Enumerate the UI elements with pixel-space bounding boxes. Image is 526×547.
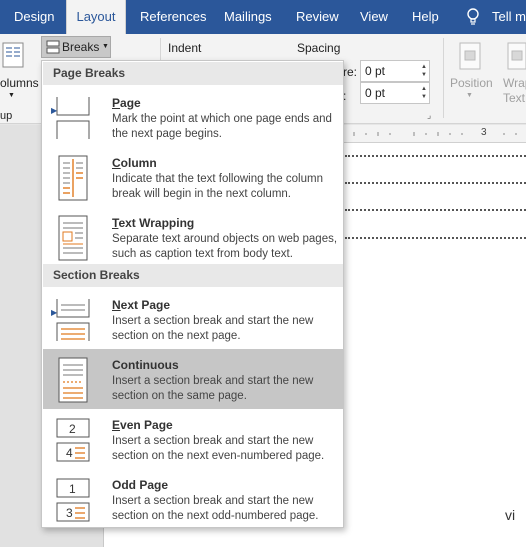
spacing-after-value: 0 pt [365, 86, 386, 100]
menu-item-title: Page [112, 96, 141, 110]
position-label[interactable]: Position [450, 76, 493, 90]
wrap-text-label-2[interactable]: Text [503, 91, 525, 105]
tab-references[interactable]: References [140, 0, 206, 34]
group-divider [443, 38, 444, 118]
next-page-icon [55, 297, 91, 343]
section-break-line [345, 182, 526, 184]
tab-review[interactable]: Review [296, 0, 339, 34]
spacing-before-input[interactable]: 0 pt ▲ ▼ [360, 60, 430, 82]
menu-item-title: Text Wrapping [112, 216, 195, 230]
spinner-arrows-icon[interactable]: ▲ ▼ [421, 85, 427, 101]
section-breaks-header: Section Breaks [43, 264, 343, 287]
spacing-before-label: re: [343, 65, 358, 79]
menu-item-even-page[interactable]: 24 Even Page Insert a section break and … [43, 409, 343, 469]
svg-text:1: 1 [69, 482, 76, 496]
breaks-label: Breaks [62, 40, 100, 54]
tab-help[interactable]: Help [412, 0, 439, 34]
spacing-before-value: 0 pt [365, 64, 386, 78]
tab-layout[interactable]: Layout [66, 0, 126, 35]
columns-icon[interactable] [2, 42, 24, 68]
ribbon-tab-bar: Design Layout References Mailings Review… [0, 0, 526, 35]
chevron-down-icon: ▼ [102, 43, 109, 50]
svg-text:3: 3 [66, 506, 73, 520]
breaks-button[interactable]: Breaks ▼ [41, 36, 111, 58]
text-wrapping-icon [55, 215, 91, 261]
spacing-after-input[interactable]: 0 pt ▲ ▼ [360, 82, 430, 104]
page-text: vi [505, 507, 516, 523]
chevron-down-icon[interactable]: ▼ [8, 92, 15, 99]
chevron-down-icon[interactable]: ▼ [466, 92, 473, 99]
tab-design[interactable]: Design [14, 0, 54, 34]
svg-text:4: 4 [66, 446, 73, 460]
tab-view[interactable]: View [360, 0, 388, 34]
column-break-icon [55, 155, 91, 201]
wrap-text-label-1[interactable]: Wrap [503, 76, 526, 90]
menu-item-title: Column [112, 156, 157, 170]
section-break-line [345, 155, 526, 157]
tab-mailings[interactable]: Mailings [224, 0, 272, 34]
dialog-launcher-icon[interactable]: ⌟ [427, 110, 431, 121]
menu-item-column-break[interactable]: Column Indicate that the text following … [43, 147, 343, 207]
menu-item-description: Insert a section break and start the new… [112, 435, 325, 462]
page-break-icon [55, 95, 91, 141]
menu-item-description: Separate text around objects on web page… [112, 233, 338, 260]
menu-item-page-break[interactable]: ▶ Page Mark the point at which one page … [43, 87, 343, 147]
menu-item-description: Insert a section break and start the new… [112, 375, 314, 402]
columns-label[interactable]: olumns [0, 76, 39, 90]
spacing-label: Spacing [297, 41, 341, 55]
menu-item-title: Even Page [112, 418, 173, 432]
lightbulb-icon[interactable] [466, 0, 480, 34]
menu-item-next-page[interactable]: ▶ Next Page Insert a section break and s… [43, 289, 343, 349]
menu-item-description: Mark the point at which one page ends an… [112, 113, 332, 140]
section-break-line [345, 237, 526, 239]
spinner-arrows-icon[interactable]: ▲ ▼ [421, 63, 427, 79]
breaks-dropdown-menu: Page Breaks ▶ Page Mark the point at whi… [41, 60, 344, 528]
menu-item-description: Insert a section break and start the new… [112, 315, 314, 342]
menu-item-text-wrapping[interactable]: Text Wrapping Separate text around objec… [43, 207, 343, 267]
group-label: up [0, 110, 13, 122]
menu-item-odd-page[interactable]: 13 Odd Page Insert a section break and s… [43, 469, 343, 529]
menu-item-title: Odd Page [112, 478, 169, 492]
breaks-icon [46, 40, 60, 54]
indent-label: Indent [168, 41, 202, 55]
page-breaks-header: Page Breaks [43, 62, 343, 85]
odd-page-icon: 13 [55, 477, 91, 523]
ruler-number: 3 [481, 127, 487, 138]
position-icon[interactable] [458, 42, 482, 70]
tell-me-box[interactable]: Tell m [492, 0, 526, 34]
menu-item-title: Continuous [112, 358, 179, 372]
continuous-icon [55, 357, 91, 403]
section-break-line [345, 209, 526, 211]
menu-item-description: Indicate that the text following the col… [112, 173, 323, 200]
menu-item-continuous[interactable]: Continuous Insert a section break and st… [43, 349, 343, 409]
menu-item-description: Insert a section break and start the new… [112, 495, 319, 522]
wrap-text-icon[interactable] [506, 42, 526, 70]
even-page-icon: 24 [55, 417, 91, 463]
svg-text:2: 2 [69, 422, 76, 436]
menu-item-title: Next Page [112, 298, 171, 312]
